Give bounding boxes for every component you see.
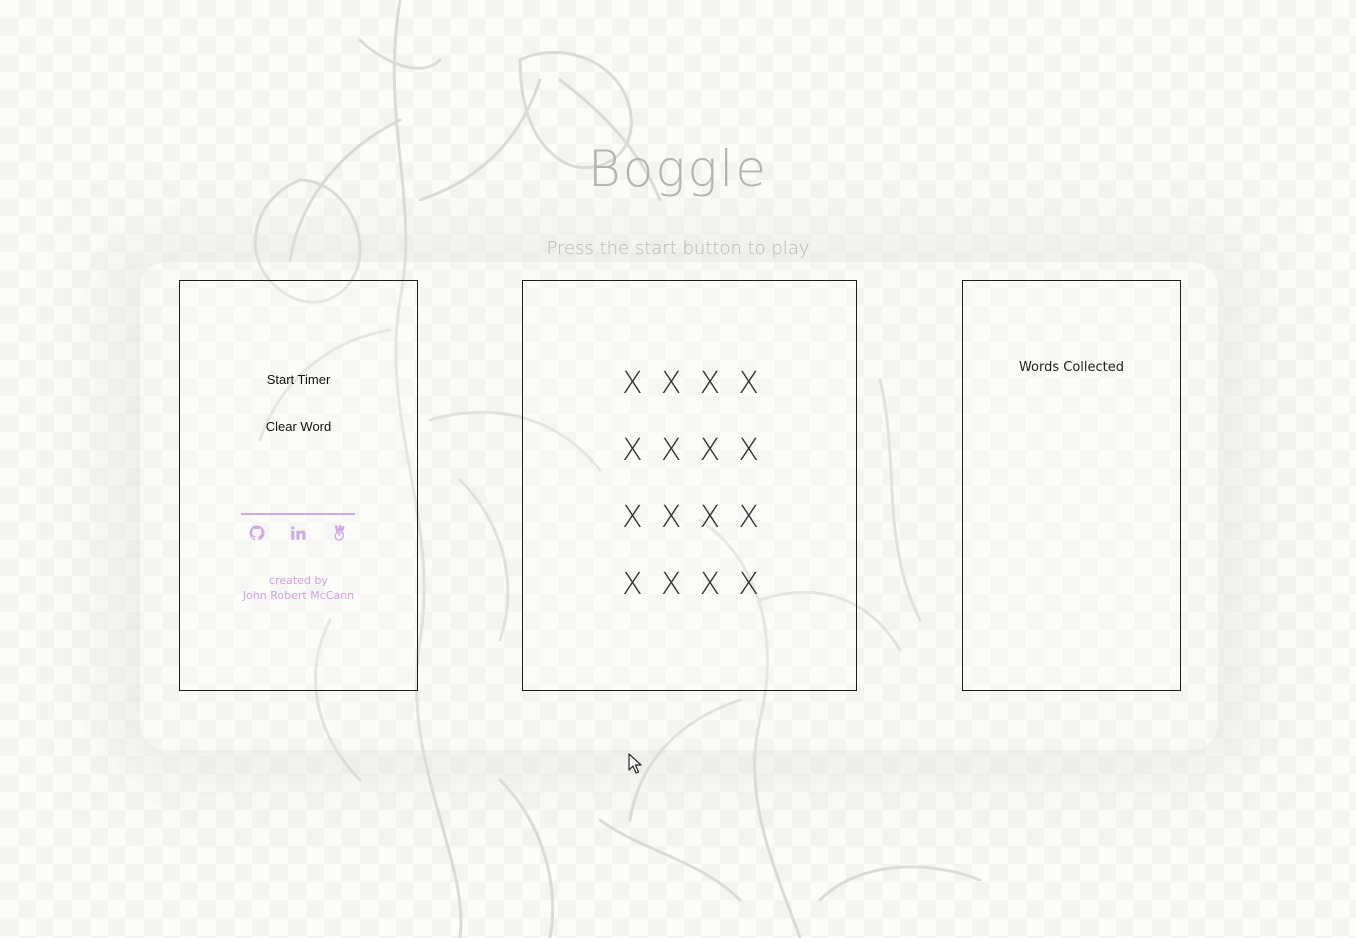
letter-tile[interactable]: X [691, 431, 730, 498]
letter-tile[interactable]: X [691, 498, 730, 565]
letter-tile[interactable]: X [613, 364, 652, 431]
letter-tile[interactable]: X [652, 498, 691, 565]
github-icon[interactable] [248, 524, 266, 542]
letter-tile[interactable]: X [652, 565, 691, 632]
letter-grid: X X X X X X X X X X X X X X X X [613, 364, 773, 632]
letter-tile[interactable]: X [729, 364, 768, 431]
credit-author[interactable]: John Robert McCann [180, 588, 417, 603]
controls-panel: Start Timer Clear Word created by John R… [179, 280, 418, 691]
author-credit: created by John Robert McCann [180, 573, 417, 603]
letter-tile[interactable]: X [613, 431, 652, 498]
clear-word-button[interactable]: Clear Word [180, 419, 417, 434]
words-panel: Words Collected [962, 280, 1181, 691]
letter-tile[interactable]: X [652, 431, 691, 498]
letter-tile[interactable]: X [613, 565, 652, 632]
page-subtitle: Press the start button to play [546, 238, 810, 259]
page-title: Boggle [588, 140, 768, 198]
angellist-icon[interactable] [331, 524, 349, 542]
linkedin-icon[interactable] [289, 524, 307, 542]
letter-tile[interactable]: X [691, 565, 730, 632]
start-timer-button[interactable]: Start Timer [180, 372, 417, 387]
divider [241, 513, 355, 515]
credit-line-1: created by [269, 574, 328, 587]
letter-tile[interactable]: X [652, 364, 691, 431]
mouse-cursor-icon [628, 753, 642, 774]
words-collected-heading: Words Collected [1018, 360, 1125, 375]
letter-tile[interactable]: X [613, 498, 652, 565]
letter-tile[interactable]: X [729, 498, 768, 565]
letter-tile[interactable]: X [729, 565, 768, 632]
letter-tile[interactable]: X [691, 364, 730, 431]
board-panel: X X X X X X X X X X X X X X X X [522, 280, 857, 691]
letter-tile[interactable]: X [729, 431, 768, 498]
